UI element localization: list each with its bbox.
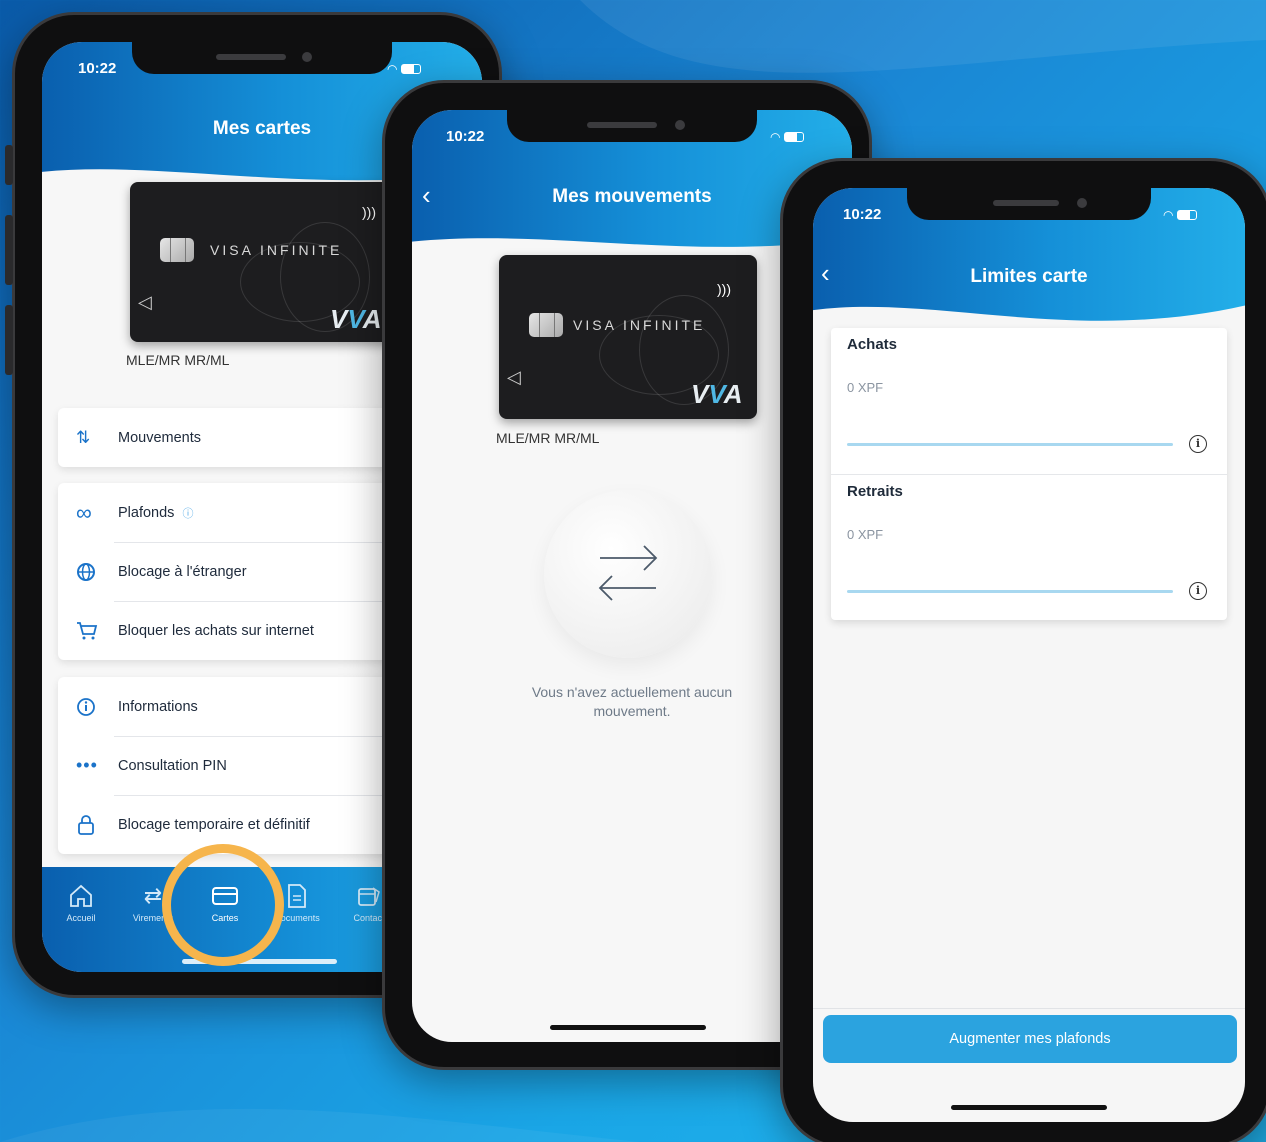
increase-limits-button[interactable]: Augmenter mes plafonds (823, 1015, 1237, 1063)
cart-icon (76, 621, 118, 641)
card-holder: MLE/MR MR/ML (496, 430, 600, 446)
limit-achats: Achats 0 XPF i (831, 328, 1227, 474)
status-time: 10:22 (446, 128, 485, 145)
transfer-arrows-icon (598, 545, 658, 601)
arrows-updown-icon: ⇅ (76, 427, 91, 447)
card-logo: VVA (691, 379, 743, 409)
card-triangle-icon: ◁ (507, 367, 521, 387)
limits-panel: Achats 0 XPF i Retraits 0 XPF i (831, 328, 1227, 620)
card-brand: VISA INFINITE (210, 242, 343, 258)
empty-state-text: Vous n'avez actuellement aucun mouvement… (531, 684, 733, 719)
contactless-icon: ))) (717, 281, 731, 297)
tab-highlight-ring (162, 844, 284, 966)
info-small-icon[interactable]: ⓘ (182, 505, 193, 521)
card-triangle-icon: ◁ (138, 292, 152, 312)
status-icons: ◠ (387, 62, 422, 76)
notch (907, 188, 1151, 220)
limit-retraits: Retraits 0 XPF i (831, 474, 1227, 620)
contactless-icon: ))) (362, 204, 376, 220)
infinity-icon: ∞ (76, 499, 92, 525)
globe-icon (76, 562, 118, 582)
home-icon (46, 881, 116, 911)
status-time: 10:22 (843, 206, 882, 223)
lock-icon (76, 814, 118, 836)
dots-icon: ••• (76, 755, 98, 775)
screen-limits: ‹ Limites carte 10:22 ◠ Achats 0 XPF i R… (813, 188, 1245, 1122)
empty-state-circle (544, 490, 712, 658)
notch (507, 110, 757, 142)
wifi-icon: ◠ (770, 130, 781, 144)
status-icons: ◠ (770, 130, 805, 144)
page-title: Limites carte (970, 266, 1088, 287)
info-icon[interactable]: i (1189, 582, 1207, 600)
bank-card[interactable]: VISA INFINITE ))) ◁ VVA (499, 255, 757, 419)
tab-accueil[interactable]: Accueil (46, 881, 116, 923)
battery-icon (1177, 210, 1198, 220)
notch (132, 42, 392, 74)
limit-retraits-bar (847, 590, 1173, 593)
status-icons: ◠ (1163, 208, 1198, 222)
battery-icon (784, 132, 805, 142)
wifi-icon: ◠ (1163, 208, 1174, 222)
card-holder: MLE/MR MR/ML (126, 352, 230, 368)
phone-limits: ‹ Limites carte 10:22 ◠ Achats 0 XPF i R… (780, 158, 1266, 1142)
chip-icon (529, 313, 563, 337)
card-logo: VVA (330, 304, 382, 334)
status-time: 10:22 (78, 60, 117, 77)
info-icon[interactable]: i (1189, 435, 1207, 453)
info-icon (76, 697, 118, 717)
limit-achats-bar (847, 443, 1173, 446)
card-brand: VISA INFINITE (573, 317, 706, 333)
chip-icon (160, 238, 194, 262)
divider (813, 1008, 1245, 1009)
wifi-icon: ◠ (387, 62, 398, 76)
bank-card[interactable]: VISA INFINITE ))) ◁ VVA (130, 182, 400, 342)
home-indicator (550, 1025, 706, 1030)
home-indicator (951, 1105, 1107, 1110)
battery-icon (401, 64, 422, 74)
